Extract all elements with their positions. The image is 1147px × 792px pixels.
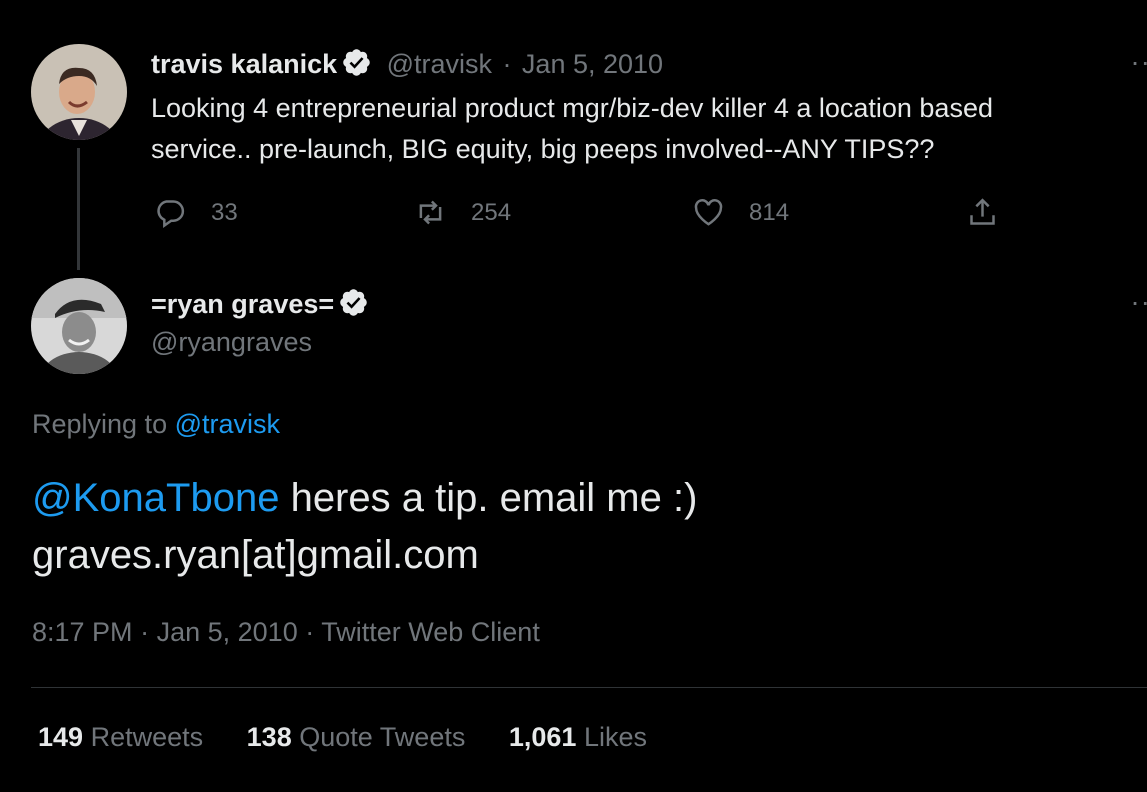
parent-tweet-text-line2: service.. pre-launch, BIG equity, big pe… [151, 134, 935, 164]
retweets-count: 149 [38, 722, 84, 752]
share-button[interactable] [966, 196, 1023, 229]
replying-to-link[interactable]: @travisk [175, 409, 280, 439]
retweet-count: 254 [471, 198, 512, 226]
like-button[interactable]: 814 [692, 196, 789, 229]
quote-tweets-label: Quote Tweets [299, 722, 466, 752]
reply-tweet-header: =ryan graves= [151, 287, 369, 320]
parent-tweet-header: travis kalanick @travisk · Jan 5, 2010 [151, 47, 663, 80]
like-icon [694, 199, 723, 226]
reply-text-rest: heres a tip. email me :) [279, 476, 698, 520]
tweet-client[interactable]: Twitter Web Client [321, 617, 540, 647]
thread-connector-line [77, 148, 80, 270]
avatar-ryan[interactable] [31, 278, 127, 374]
reply-button[interactable]: 33 [154, 196, 238, 229]
replying-to: Replying to @travisk [32, 409, 280, 440]
quote-tweets-stat[interactable]: 138 Quote Tweets [247, 722, 466, 752]
reply-tweet-text-line2: graves.ryan[at]gmail.com [32, 533, 479, 577]
stats-divider [31, 687, 1147, 688]
share-icon [970, 198, 995, 225]
verified-badge-icon [338, 287, 369, 318]
tweet-full-date[interactable]: Jan 5, 2010 [157, 617, 298, 647]
retweet-icon [419, 200, 442, 225]
more-icon[interactable]: ·· [1130, 286, 1147, 318]
header-separator: · [502, 49, 512, 79]
quote-tweets-count: 138 [246, 722, 292, 752]
likes-count: 1,061 [508, 722, 577, 752]
more-icon[interactable]: ·· [1130, 46, 1147, 78]
avatar-travis[interactable] [31, 44, 127, 140]
retweets-label: Retweets [90, 722, 204, 752]
parent-tweet-text-line1: Looking 4 entrepreneurial product mgr/bi… [151, 93, 993, 123]
parent-tweet-text: Looking 4 entrepreneurial product mgr/bi… [151, 88, 1141, 170]
reply-icon [157, 200, 185, 228]
mention-link[interactable]: @KonaTbone [32, 476, 279, 520]
tweet-metadata: 8:17 PM · Jan 5, 2010 · Twitter Web Clie… [32, 617, 540, 648]
avatar-ryan-image [31, 278, 127, 374]
retweets-stat[interactable]: 149 Retweets [38, 722, 203, 752]
likes-stat[interactable]: 1,061 Likes [509, 722, 647, 752]
meta-separator: · [140, 617, 150, 647]
tweet-stats: 149 Retweets 138 Quote Tweets 1,061 Like… [38, 722, 683, 753]
tweet-date[interactable]: Jan 5, 2010 [522, 49, 663, 79]
reply-author-name[interactable]: =ryan graves= [151, 289, 334, 319]
verified-badge-icon [341, 47, 372, 78]
author-handle[interactable]: @travisk [387, 49, 492, 79]
replying-to-prefix: Replying to [32, 409, 168, 439]
meta-separator: · [305, 617, 315, 647]
tweet-time[interactable]: 8:17 PM [32, 617, 133, 647]
retweet-button[interactable]: 254 [414, 196, 511, 229]
like-count: 814 [749, 198, 790, 226]
likes-label: Likes [583, 722, 647, 752]
author-name[interactable]: travis kalanick [151, 49, 337, 79]
reply-tweet-text-line1: @KonaTbone heres a tip. email me :) [32, 470, 1132, 527]
reply-author-handle[interactable]: @ryangraves [151, 327, 312, 358]
avatar-travis-image [31, 44, 127, 140]
reply-count: 33 [211, 198, 238, 226]
reply-tweet-text: @KonaTbone heres a tip. email me :) grav… [32, 470, 1132, 584]
